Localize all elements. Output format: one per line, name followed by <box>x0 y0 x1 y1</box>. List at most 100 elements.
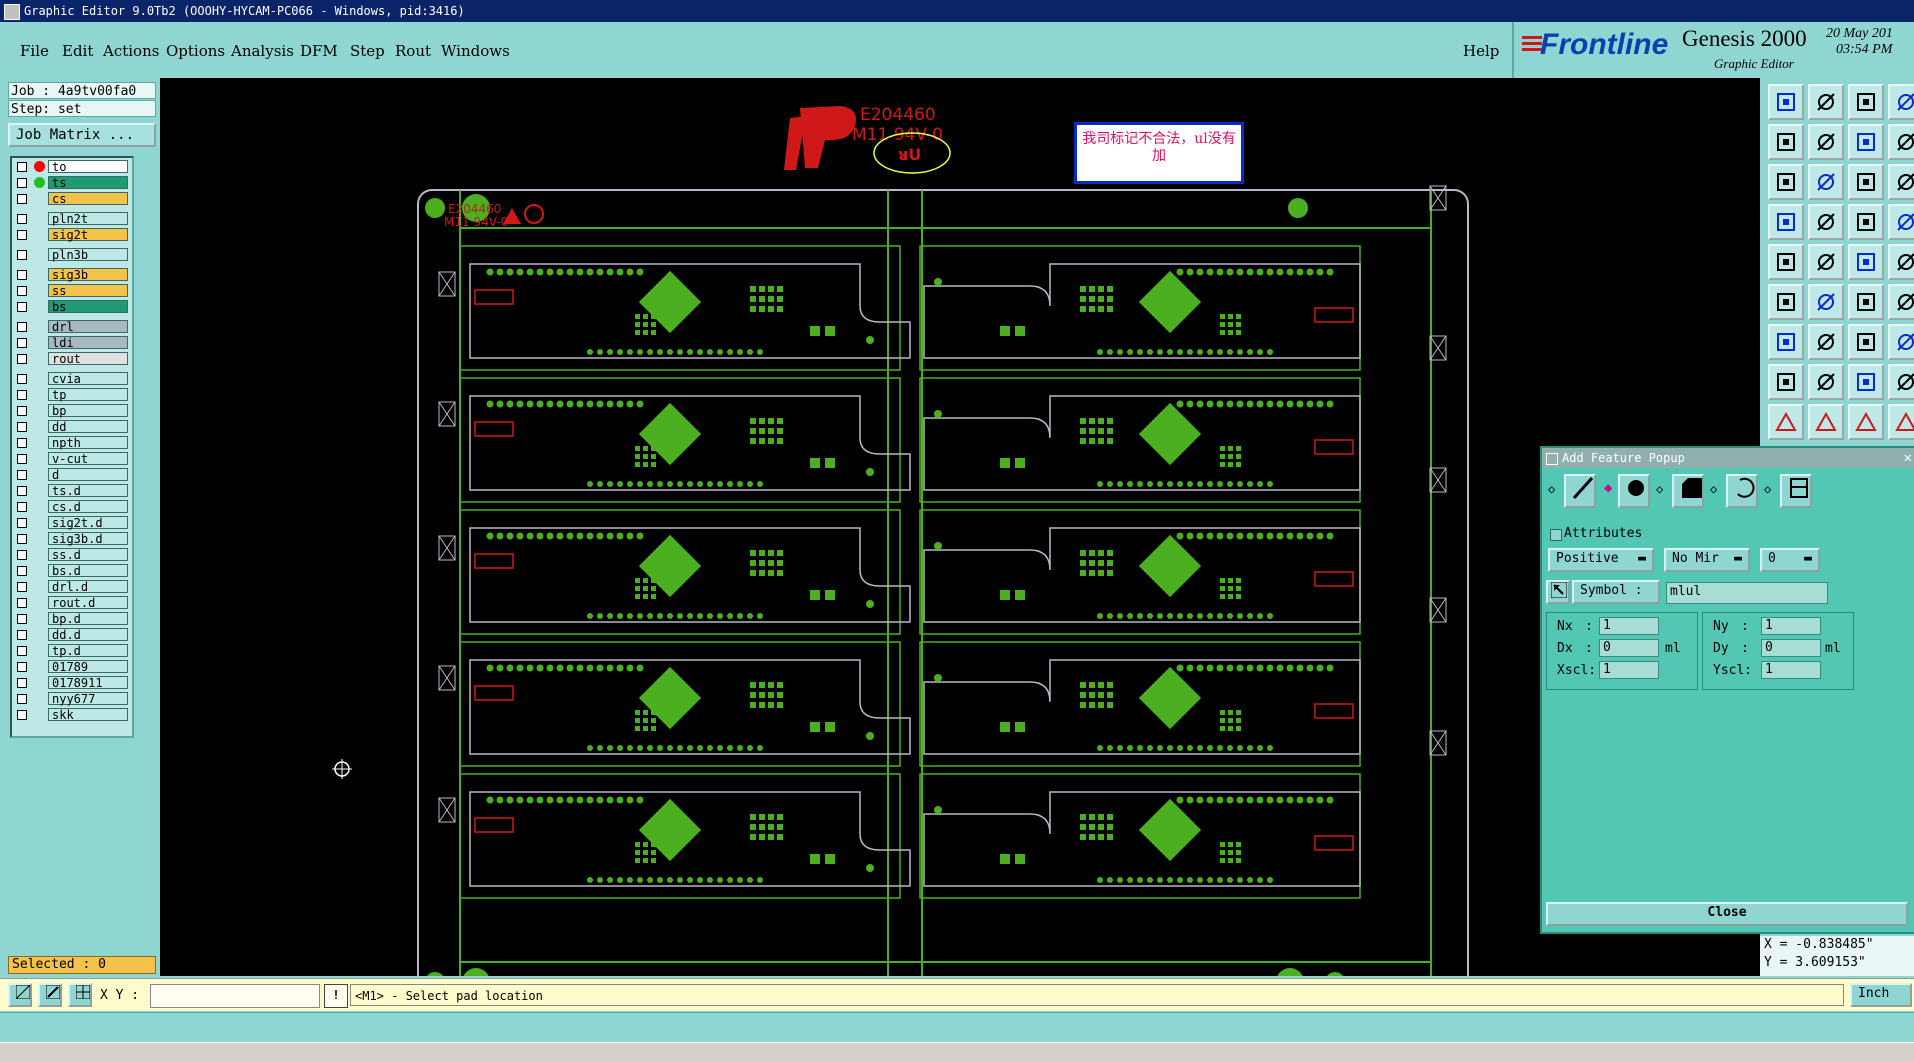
window-button[interactable] <box>1888 84 1914 120</box>
menu-help[interactable]: Help <box>1463 42 1499 60</box>
layer-checkbox[interactable] <box>17 582 27 592</box>
add-pad-button[interactable] <box>1768 284 1804 320</box>
step-down-button[interactable] <box>1808 84 1844 120</box>
menu-file[interactable]: File <box>20 42 49 60</box>
mirror-select[interactable]: No Mir ▬ <box>1664 548 1750 572</box>
symbol-browse-button[interactable] <box>1546 580 1570 604</box>
snap-2-button[interactable] <box>1888 204 1914 240</box>
yscl-input[interactable]: 1 <box>1761 661 1821 679</box>
pad-button[interactable] <box>1888 244 1914 280</box>
surface-feature-button[interactable] <box>1672 474 1704 508</box>
alert-icon[interactable]: ! <box>324 984 348 1008</box>
layer-item[interactable]: nyy677 <box>14 692 128 706</box>
layer-item[interactable]: 01789 <box>14 660 128 674</box>
triangle-b-button[interactable] <box>1808 404 1844 440</box>
triangle-d-button[interactable] <box>1888 404 1914 440</box>
layer-checkbox[interactable] <box>17 178 27 188</box>
measure-button[interactable] <box>1768 364 1804 400</box>
select-button[interactable] <box>1768 244 1804 280</box>
layer-item[interactable]: bp.d <box>14 612 128 626</box>
layer-checkbox[interactable] <box>17 694 27 704</box>
layer-checkbox[interactable] <box>17 534 27 544</box>
zoom-area-button[interactable] <box>1848 124 1884 160</box>
menu-step[interactable]: Step <box>350 42 385 60</box>
layer-item[interactable]: v-cut <box>14 452 128 466</box>
draw-button[interactable] <box>1808 244 1844 280</box>
line-feature-button[interactable] <box>1564 474 1596 508</box>
layer-item[interactable]: bs.d <box>14 564 128 578</box>
layer-checkbox[interactable] <box>17 230 27 240</box>
layer-item[interactable]: drl.d <box>14 580 128 594</box>
layer-checkbox[interactable] <box>17 662 27 672</box>
ruler-button[interactable] <box>1848 244 1884 280</box>
layer-checkbox[interactable] <box>17 270 27 280</box>
layer-item[interactable]: sig2t <box>14 228 128 242</box>
arc-type-chevron-icon[interactable]: ◇ <box>1710 482 1717 496</box>
menu-windows[interactable]: Windows <box>441 42 510 60</box>
split-button[interactable] <box>1888 124 1914 160</box>
layer-item[interactable]: to <box>14 160 128 174</box>
dy-input[interactable]: 0 <box>1761 639 1821 657</box>
polarity-select[interactable]: Positive ▬ <box>1548 548 1654 572</box>
ny-input[interactable]: 1 <box>1761 617 1821 635</box>
layer-item[interactable]: dd.d <box>14 628 128 642</box>
delete-button[interactable] <box>1808 284 1844 320</box>
pcb-board-view[interactable]: E204460M11 94V-0ᴚUE204460M11 94V-0 <box>160 78 1760 1001</box>
layer-item[interactable]: sig3b <box>14 268 128 282</box>
layer-checkbox[interactable] <box>17 438 27 448</box>
step-up-button[interactable] <box>1768 84 1804 120</box>
surface-type-chevron-icon[interactable]: ◇ <box>1656 482 1663 496</box>
layer-checkbox[interactable] <box>17 486 27 496</box>
move-left-button[interactable] <box>1768 124 1804 160</box>
layer-item[interactable]: rout <box>14 352 128 366</box>
attributes-checkbox[interactable] <box>1550 529 1562 541</box>
layer-checkbox[interactable] <box>17 162 27 172</box>
move-right-button[interactable] <box>1808 124 1844 160</box>
layer-checkbox[interactable] <box>17 566 27 576</box>
layer-checkbox[interactable] <box>17 598 27 608</box>
arc-button[interactable] <box>1848 324 1884 360</box>
layer-checkbox[interactable] <box>17 630 27 640</box>
layer-item[interactable]: skk <box>14 708 128 722</box>
menu-rout[interactable]: Rout <box>395 42 431 60</box>
layer-checkbox[interactable] <box>17 322 27 332</box>
grid-button[interactable] <box>68 983 92 1007</box>
layer-checkbox[interactable] <box>17 250 27 260</box>
layer-item[interactable]: bs <box>14 300 128 314</box>
layer-item[interactable]: ts.d <box>14 484 128 498</box>
layer-checkbox[interactable] <box>17 354 27 364</box>
dx-input[interactable]: 0 <box>1599 639 1659 657</box>
layer-item[interactable]: ts <box>14 176 128 190</box>
layer-checkbox[interactable] <box>17 390 27 400</box>
snap-mode-button[interactable] <box>8 983 32 1007</box>
layer-item[interactable]: rout.d <box>14 596 128 610</box>
grid-button[interactable] <box>1808 204 1844 240</box>
layer-item[interactable]: d <box>14 468 128 482</box>
ratio-button[interactable] <box>1848 164 1884 200</box>
layer-checkbox[interactable] <box>17 374 27 384</box>
home-button[interactable] <box>1848 84 1884 120</box>
route-button[interactable] <box>1848 364 1884 400</box>
arc-feature-button[interactable] <box>1726 474 1758 508</box>
rotate-button[interactable] <box>1808 324 1844 360</box>
layer-item[interactable]: ldi <box>14 336 128 350</box>
layer-item[interactable]: tp <box>14 388 128 402</box>
layer-item[interactable]: bp <box>14 404 128 418</box>
layer-checkbox[interactable] <box>17 678 27 688</box>
layer-checkbox[interactable] <box>17 710 27 720</box>
menu-options[interactable]: Options <box>166 42 225 60</box>
layer-checkbox[interactable] <box>17 502 27 512</box>
layer-item[interactable]: pln3b <box>14 248 128 262</box>
triangle-a-button[interactable] <box>1768 404 1804 440</box>
xscl-input[interactable]: 1 <box>1599 661 1659 679</box>
close-button[interactable]: Close <box>1546 902 1908 926</box>
job-matrix-button[interactable]: Job Matrix ... <box>8 123 156 147</box>
layer-checkbox[interactable] <box>17 338 27 348</box>
layer-checkbox[interactable] <box>17 454 27 464</box>
layer-checkbox[interactable] <box>17 550 27 560</box>
layer-checkbox[interactable] <box>17 302 27 312</box>
layer-checkbox[interactable] <box>17 422 27 432</box>
layers-button[interactable] <box>1768 204 1804 240</box>
fit-button[interactable] <box>1768 164 1804 200</box>
layer-item[interactable]: sig3b.d <box>14 532 128 546</box>
